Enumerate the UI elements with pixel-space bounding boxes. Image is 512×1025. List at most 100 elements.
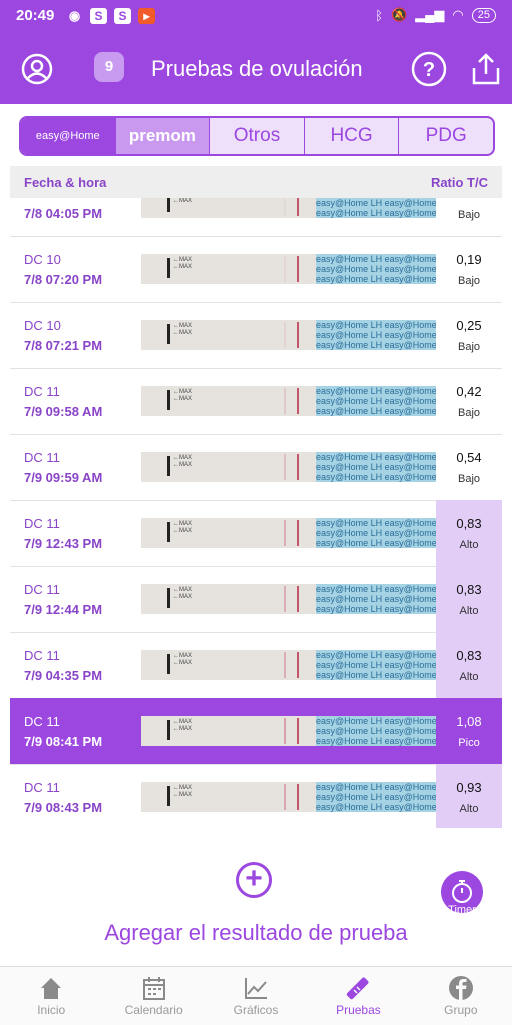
list-item[interactable]: DC 11 7/9 04:35 PM ←MAX ←MAX easy@Home LH ea… [10,632,502,699]
ratio-status: Bajo [457,407,481,419]
cycle-day: DC 11 [24,582,60,597]
ratio-value: 0,19 [456,252,482,267]
list-item[interactable]: DC 11 7/9 09:59 AM ←MAX ←MAX easy@Home LH ea… [10,434,502,501]
test-strip-image: ←MAX←MAX easy@Home LH easy@Home LH easy@H… [141,584,436,614]
nav-pruebas[interactable]: Pruebas [307,967,409,1025]
strip-lh-text: easy@Home LH easy@Home LH easy@Home LH [316,726,436,736]
wifi-icon: ◠ [452,7,464,22]
list-item[interactable]: DC 11 7/9 08:43 PM ←MAX ←MAX easy@Home LH ea… [10,764,502,828]
strip-lh-text: easy@Home LH easy@Home LH easy@Home LH [316,782,436,792]
battery-icon: 25 [471,7,496,23]
strip-lh-text: easy@Home LH easy@Home LH easy@Home LH [316,670,436,680]
add-result-button[interactable]: Agregar el resultado de prueba [0,920,512,946]
ratio-status: Alto [459,539,479,551]
s-app-icon: S [114,8,131,24]
strip-max-label: ←MAX←MAX [173,521,192,535]
brand-tabs: easy@Home premom Otros HCG PDG [19,116,495,156]
tab-easy-home[interactable]: easy@Home [21,118,116,154]
date-time: 7/9 04:35 PM [24,668,103,683]
column-header-ratio: Ratio T/C [430,175,488,190]
ratio-cell: 0,54 Bajo [436,434,502,500]
ratio-cell: 0,93 Alto [436,764,502,828]
strip-lh-label: easy@Home LH easy@Home LH easy@Home LHea… [316,254,436,284]
strip-lh-text: easy@Home LH easy@Home LH easy@Home LH [316,528,436,538]
tab-premom[interactable]: premom [115,118,211,154]
ratio-cell: 1,08 Pico [436,698,502,764]
ratio-cell: 0,25 Bajo [436,302,502,368]
strip-lh-text: easy@Home LH easy@Home LH easy@Home LH [316,716,436,726]
strip-lh-text: easy@Home LH easy@Home LH easy@Home LH [316,736,436,746]
list-item[interactable]: DC 11 7/9 08:41 PM ←MAX ←MAX easy@Home LH ea… [10,698,502,765]
test-strip-image: ←MAX←MAX easy@Home LH easy@Home LH easy@H… [141,320,436,350]
strip-lh-text: easy@Home LH easy@Home LH easy@Home LH [316,594,436,604]
strip-max-marker [167,720,170,740]
nav-graficos[interactable]: Gráficos [205,967,307,1025]
test-strip-icon [347,977,369,1000]
strip-lh-text: easy@Home LH easy@Home LH easy@Home LH [316,264,436,274]
nav-grupo[interactable]: Grupo [410,967,512,1025]
chart-icon [245,978,268,999]
status-time: 20:49 [16,7,55,24]
strip-max-text: ←MAX [173,521,193,527]
strip-lh-text: easy@Home LH easy@Home LH easy@Home LH [316,538,436,548]
strip-test-line [284,586,286,612]
list-item[interactable]: DC 11 7/9 12:43 PM ←MAX ←MAX easy@Home LH ea… [10,500,502,567]
date-time: 7/9 12:43 PM [24,536,103,551]
cycle-day: DC 11 [24,516,60,531]
list-item[interactable]: DC 11 7/9 12:44 PM ←MAX ←MAX easy@Home LH ea… [10,566,502,633]
list-item[interactable]: DC 11 7/9 09:58 AM ←MAX ←MAX easy@Home LH ea… [10,368,502,435]
tab-label: easy@Home [35,130,100,142]
strip-max-marker [167,588,170,608]
strip-max-label: ←MAX←MAX [173,719,192,733]
profile-icon[interactable] [21,53,53,85]
strip-control-line [297,198,299,216]
strip-max-marker [167,522,170,542]
test-strip-image: ←MAX←MAX easy@Home LH easy@Home LH easy@H… [141,254,436,284]
home-icon [41,978,62,999]
s-app-icon: S [90,8,107,24]
ratio-status: Bajo [457,341,481,353]
list-item[interactable]: DC 10 7/8 07:20 PM ←MAX ←MAX easy@Home LH ea… [10,236,502,303]
tab-hcg[interactable]: HCG [305,118,400,154]
test-strip-image: ←MAX←MAX easy@Home LH easy@Home LH easy@H… [141,518,436,548]
strip-test-line [284,322,286,348]
date-time: 7/9 08:41 PM [24,734,103,749]
status-bar: 20:49 ◉ S S ▸ ᛒ 🔕 ▂▄▆ ◠ 25 [0,0,512,34]
strip-max-label: ←MAX←MAX [173,323,192,337]
strip-lh-text: easy@Home LH easy@Home LH easy@Home LH [316,254,436,264]
nav-inicio[interactable]: Inicio [0,967,102,1025]
strip-max-marker [167,390,170,410]
strip-lh-label: easy@Home LH easy@Home LH easy@Home LHea… [316,452,436,482]
level-badge[interactable]: 9 [94,52,124,82]
test-strip-image: ←MAX←MAX easy@Home LH easy@Home LH easy@H… [141,386,436,416]
strip-lh-text: easy@Home LH easy@Home LH easy@Home LH [316,462,436,472]
strip-lh-label: easy@Home LH easy@Home LH easy@Home LHea… [316,320,436,350]
nav-label: Gráficos [233,1003,279,1017]
app-bar: 9 Pruebas de ovulación ? [0,34,512,104]
ratio-value: 0,93 [456,780,482,795]
strip-max-marker [167,654,170,674]
cycle-day: DC 11 [24,648,60,663]
timer-button[interactable]: Timer [441,871,483,916]
add-result-icon[interactable]: + [236,862,272,898]
list-item[interactable]: 7/8 04:05 PM ←MAX←MAX easy@Home LH easy@Ho… [10,198,502,237]
strip-lh-text: easy@Home LH easy@Home LH easy@Home LH [316,208,436,218]
test-result-list[interactable]: 7/8 04:05 PM←MAX←MAXeasy@Home LH easy@Ho… [10,198,502,828]
test-strip-image: ←MAX←MAX easy@Home LH easy@Home LH easy@H… [141,782,436,812]
mute-icon: 🔕 [391,7,408,22]
table-header: Fecha & hora Ratio T/C [10,166,502,198]
strip-control-line [297,652,299,678]
strip-max-text: ←MAX [173,719,193,725]
tab-pdg[interactable]: PDG [399,118,493,154]
list-item[interactable]: DC 10 7/8 07:21 PM ←MAX ←MAX easy@Home LH ea… [10,302,502,369]
share-icon[interactable] [470,52,502,86]
strip-control-line [297,520,299,546]
help-icon[interactable]: ? [411,51,447,87]
strip-lh-text: easy@Home LH easy@Home LH easy@Home LH [316,340,436,350]
strip-max-text: ←MAX [173,323,193,329]
tab-label: HCG [330,125,373,146]
ratio-value: 0,83 [456,516,482,531]
strip-max-text: ←MAX [173,257,193,263]
nav-calendario[interactable]: Calendario [102,967,204,1025]
tab-otros[interactable]: Otros [210,118,305,154]
